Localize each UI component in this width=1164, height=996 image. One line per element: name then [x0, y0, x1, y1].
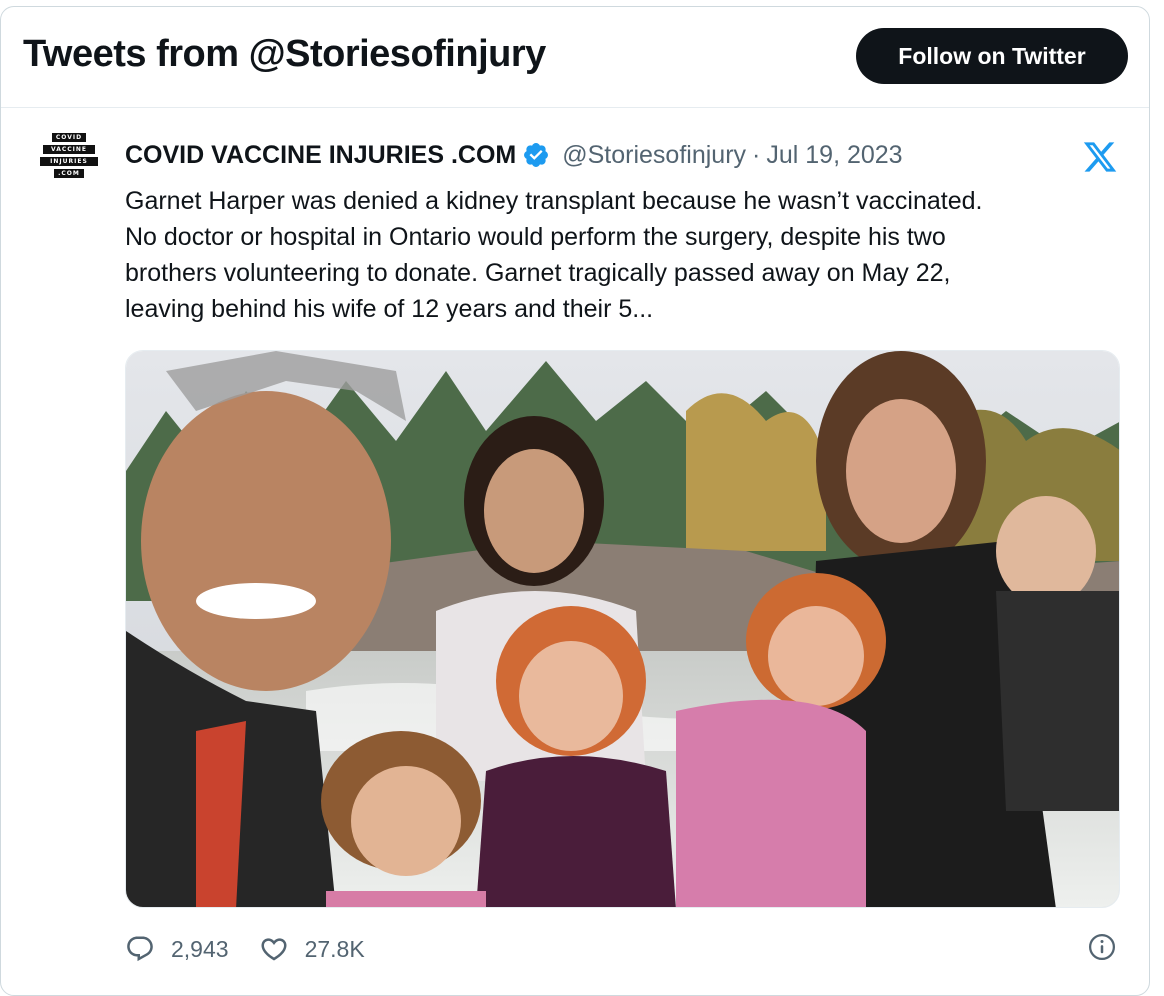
tweet-date[interactable]: Jul 19, 2023 — [766, 141, 902, 170]
family-photo-image — [126, 351, 1119, 907]
avatar-line-vaccine: VACCINE — [43, 145, 95, 154]
like-count: 27.8K — [304, 935, 365, 962]
like-button[interactable]: 27.8K — [259, 934, 365, 964]
verified-badge-icon — [524, 143, 549, 167]
avatar-line-com: .COM — [54, 169, 84, 178]
tweet-text-line: No doctor or hospital in Ontario would p… — [125, 223, 946, 251]
tweet-text-line: Garnet Harper was denied a kidney transp… — [125, 187, 983, 215]
tweet-text: Garnet Harper was denied a kidney transp… — [125, 183, 1115, 327]
info-icon[interactable] — [1087, 932, 1117, 962]
meta-separator: · — [752, 140, 761, 169]
x-logo-icon[interactable] — [1081, 139, 1119, 175]
author-avatar[interactable]: COVID VACCINE INJURIES .COM — [38, 133, 100, 195]
tweet-photo[interactable] — [125, 350, 1120, 908]
reply-count: 2,943 — [171, 935, 229, 962]
twitter-timeline-widget: Tweets from @Storiesofinjury Follow on T… — [0, 6, 1150, 996]
reply-button[interactable]: 2,943 — [125, 934, 229, 964]
tweet-text-line: leaving behind his wife of 12 years and … — [125, 295, 654, 323]
widget-title: Tweets from @Storiesofinjury — [23, 33, 546, 75]
widget-header: Tweets from @Storiesofinjury Follow on T… — [1, 7, 1149, 108]
heart-icon — [261, 938, 287, 961]
tweet-text-line: brothers volunteering to donate. Garnet … — [125, 259, 951, 287]
tweet-author-row: COVID VACCINE INJURIES .COM @Storiesofin… — [125, 138, 903, 172]
avatar-line-covid: COVID — [52, 133, 86, 142]
avatar-line-injuries: INJURIES — [40, 157, 98, 166]
author-name[interactable]: COVID VACCINE INJURIES .COM — [125, 141, 516, 170]
author-handle[interactable]: @Storiesofinjury — [562, 141, 746, 170]
tweet-actions: 2,943 27.8K — [125, 929, 395, 969]
follow-on-twitter-button[interactable]: Follow on Twitter — [856, 28, 1128, 84]
reply-icon — [127, 936, 153, 962]
